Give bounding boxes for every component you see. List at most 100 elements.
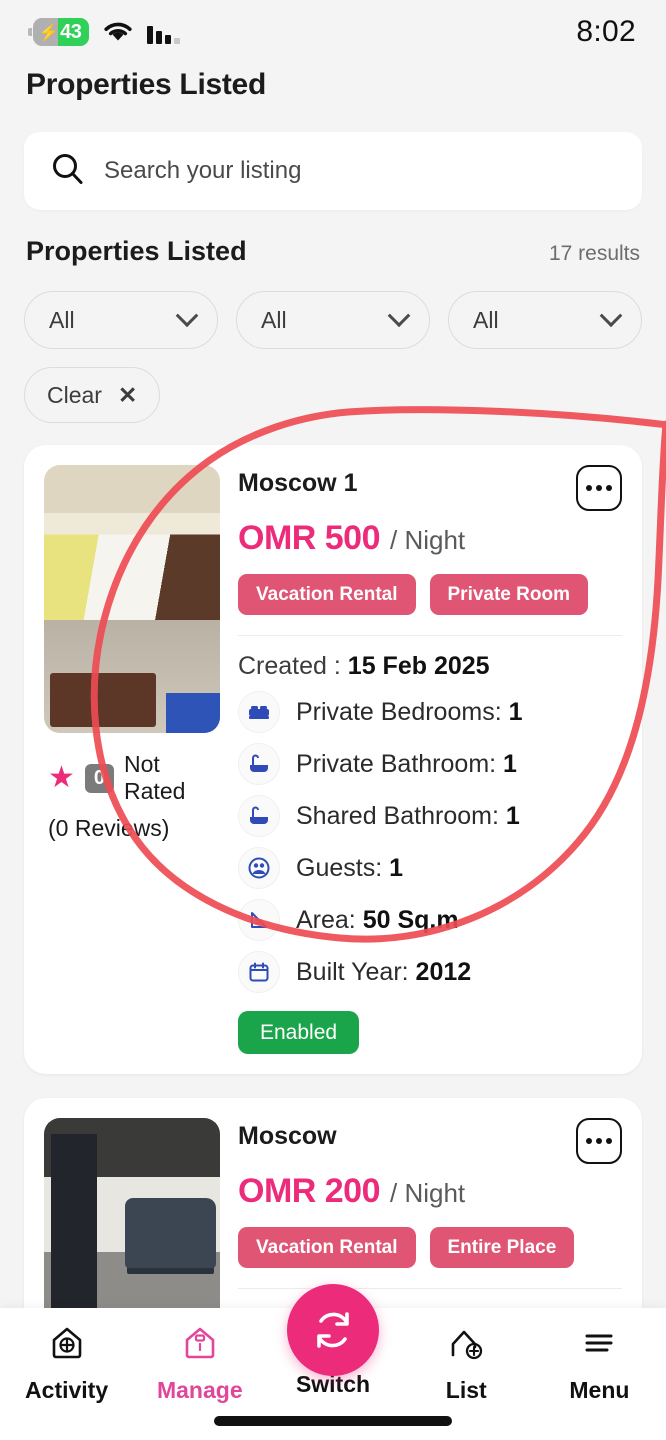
spec-text: Private Bedrooms: 1 (296, 698, 523, 727)
filter-dropdown-1[interactable]: All (24, 291, 218, 349)
status-badge: Enabled (238, 1011, 360, 1054)
filter-3-label: All (473, 306, 499, 333)
rating-row: ★ 0 Not Rated (44, 751, 220, 805)
price-row: OMR 500 / Night (238, 519, 622, 558)
bathtub-icon (238, 795, 280, 837)
nav-label-manage: Manage (156, 1377, 243, 1403)
divider (238, 635, 622, 636)
spec-label: Private Bedrooms: (296, 697, 502, 726)
chevron-down-icon (175, 304, 199, 328)
filter-1-label: All (49, 306, 75, 333)
charging-bolt-icon: ⚡ (38, 22, 60, 42)
spec-value: 1 (505, 801, 520, 830)
clear-label: Clear (47, 381, 102, 408)
spec-list: Private Bedrooms: 1 Private Bathroom: 1 (238, 691, 622, 993)
cellular-signal-icon (147, 20, 180, 44)
filter-dropdown-3[interactable]: All (448, 291, 642, 349)
price-period: / Night (390, 525, 466, 555)
property-card[interactable]: ★ 0 Not Rated (0 Reviews) Moscow 1 OMR 5… (24, 445, 642, 1074)
area-icon (238, 899, 280, 941)
tag-row: Vacation Rental Entire Place (238, 1227, 622, 1268)
filter-dropdown-2[interactable]: All (236, 291, 430, 349)
spec-text: Guests: 1 (296, 854, 403, 883)
spec-label: Private Bathroom: (296, 749, 497, 778)
property-price: OMR 500 (238, 519, 381, 557)
nav-item-manage[interactable]: Manage (133, 1322, 266, 1404)
spec-row: Private Bedrooms: 1 (238, 691, 622, 733)
status-bar-left: ⚡ 43 (28, 18, 180, 46)
guests-icon (238, 847, 280, 889)
section-header: Properties Listed 17 results (0, 210, 666, 267)
property-title: Moscow 1 (238, 469, 358, 497)
reviews-count: (0 Reviews) (48, 815, 170, 841)
property-tag: Private Room (429, 574, 588, 615)
results-count: 17 results (548, 242, 640, 265)
switch-refresh-icon[interactable] (287, 1284, 379, 1376)
nav-label-menu: Menu (569, 1377, 630, 1403)
property-tag: Entire Place (429, 1227, 575, 1268)
spec-row: Guests: 1 (238, 847, 622, 889)
nav-label-activity: Activity (25, 1377, 109, 1403)
chevron-down-icon (387, 304, 411, 328)
property-title: Moscow (238, 1122, 337, 1150)
created-row: Created : 15 Feb 2025 (238, 652, 622, 681)
created-label: Created : (238, 652, 341, 680)
price-period: / Night (390, 1178, 466, 1208)
close-icon: ✕ (117, 381, 138, 408)
search-icon (50, 151, 86, 192)
spec-text: Private Bathroom: 1 (296, 750, 517, 779)
battery-icon: ⚡ 43 (28, 18, 89, 46)
star-icon: ★ (48, 761, 75, 794)
status-bar-clock: 8:02 (576, 15, 636, 48)
section-title: Properties Listed (26, 236, 247, 266)
rating-text: Not Rated (124, 751, 186, 804)
hamburger-menu-icon (578, 1322, 620, 1369)
wifi-icon (103, 21, 133, 43)
spec-row: Shared Bathroom: 1 (238, 795, 622, 837)
spec-value: 1 (508, 697, 523, 726)
spec-label: Area: (296, 905, 356, 934)
spec-value: 1 (389, 853, 404, 882)
page-title: Properties Listed (26, 68, 266, 101)
spec-row: Built Year: 2012 (238, 951, 622, 993)
bed-icon (238, 691, 280, 733)
price-row: OMR 200 / Night (238, 1172, 622, 1211)
spec-label: Guests: (296, 853, 383, 882)
property-card-right: Moscow 1 OMR 500 / Night Vacation Rental… (238, 465, 622, 1054)
bathtub-icon (238, 743, 280, 785)
clear-row: Clear ✕ (0, 349, 666, 423)
more-options-icon[interactable] (576, 1118, 622, 1164)
search-input[interactable] (104, 157, 616, 185)
property-price: OMR 200 (238, 1172, 381, 1210)
nav-label-list: List (445, 1377, 487, 1403)
property-tag: Vacation Rental (238, 574, 416, 615)
nav-item-list[interactable]: List (400, 1322, 533, 1404)
search-bar[interactable] (24, 132, 642, 210)
more-options-icon[interactable] (576, 465, 622, 511)
filter-2-label: All (261, 306, 287, 333)
spec-label: Shared Bathroom: (296, 801, 499, 830)
clear-filters-button[interactable]: Clear ✕ (24, 367, 161, 423)
property-card-left: ★ 0 Not Rated (0 Reviews) (44, 465, 220, 1054)
filter-row: All All All (0, 267, 666, 349)
home-indicator (214, 1416, 452, 1426)
property-card-header: Moscow 1 (238, 465, 622, 511)
house-manage-icon (179, 1322, 221, 1369)
property-photo[interactable] (44, 465, 220, 733)
spec-text: Shared Bathroom: 1 (296, 802, 520, 831)
spec-label: Built Year: (296, 957, 409, 986)
property-card-header: Moscow (238, 1118, 622, 1164)
home-grid-icon (46, 1322, 88, 1369)
nav-item-switch[interactable]: Switch (266, 1284, 399, 1414)
nav-item-activity[interactable]: Activity (0, 1322, 133, 1404)
search-section (0, 102, 666, 210)
spec-value: 2012 (415, 957, 472, 986)
nav-item-menu[interactable]: Menu (533, 1322, 666, 1404)
calendar-icon (238, 951, 280, 993)
tag-row: Vacation Rental Private Room (238, 574, 622, 615)
divider (238, 1288, 622, 1289)
spec-row: Area: 50 Sq.m (238, 899, 622, 941)
spec-value: 50 Sq.m (362, 905, 459, 934)
house-add-icon (445, 1322, 487, 1369)
chevron-down-icon (599, 304, 623, 328)
